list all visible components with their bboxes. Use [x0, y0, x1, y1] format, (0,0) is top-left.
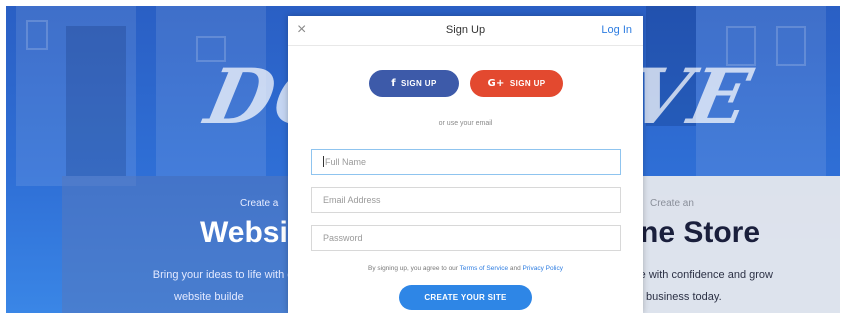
text-caret — [323, 156, 324, 168]
facebook-signup-label: SIGN UP — [401, 79, 437, 88]
panel-desc-line: re with confidence and grow — [636, 269, 773, 281]
or-divider-text: or use your email — [438, 120, 493, 127]
facebook-icon: f — [391, 78, 397, 89]
full-name-placeholder: Full Name — [325, 157, 367, 167]
panel-kicker: Create an — [650, 198, 694, 209]
terms-of-service-link[interactable]: Terms of Service — [460, 265, 508, 272]
modal-title: Sign Up — [445, 24, 486, 36]
terms-middle: and — [508, 265, 523, 272]
google-signup-button[interactable]: G+ SIGN UP — [470, 70, 563, 97]
window-shape — [776, 26, 806, 66]
panel-kicker: Create a — [240, 198, 279, 209]
panel-desc-line: business today. — [646, 291, 722, 303]
online-store-panel: Create an ne Store re with confidence an… — [630, 176, 840, 313]
full-name-input[interactable]: Full Name — [311, 149, 621, 175]
panel-description: re with confidence and grow business tod… — [636, 264, 773, 308]
terms-notice: By signing up, you agree to our Terms of… — [288, 265, 643, 272]
panel-title: ne Store — [640, 216, 761, 249]
create-site-button[interactable]: CREATE YOUR SITE — [399, 285, 532, 310]
email-input[interactable]: Email Address — [311, 187, 621, 213]
panel-title: Websi — [200, 216, 288, 249]
facebook-signup-button[interactable]: f SIGN UP — [369, 70, 459, 97]
login-link[interactable]: Log In — [601, 24, 632, 36]
terms-prefix: By signing up, you agree to our — [367, 265, 460, 272]
modal-header: × Sign Up Log In — [288, 16, 643, 46]
signup-modal: × Sign Up Log In f SIGN UP G+ SIGN UP or u… — [288, 16, 643, 313]
email-placeholder: Email Address — [323, 195, 381, 205]
window-shape — [26, 20, 48, 50]
password-placeholder: Password — [323, 233, 363, 243]
google-plus-icon: G+ — [487, 78, 505, 89]
password-input[interactable]: Password — [311, 225, 621, 251]
building-shape — [66, 26, 126, 176]
google-signup-label: SIGN UP — [509, 79, 546, 88]
privacy-policy-link[interactable]: Privacy Policy — [523, 265, 563, 272]
website-panel: Create a Websi Bring your ideas to life … — [62, 176, 303, 313]
